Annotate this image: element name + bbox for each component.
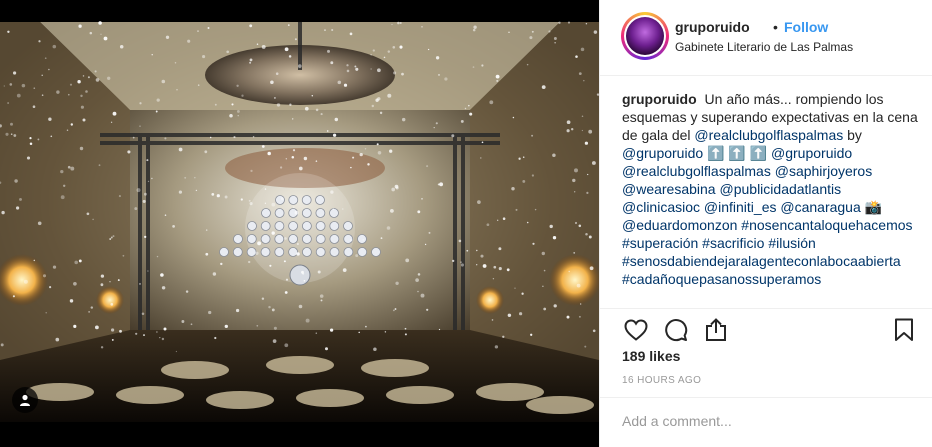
save-button[interactable] <box>890 316 918 344</box>
comment-icon <box>665 319 688 342</box>
person-icon <box>20 394 30 406</box>
post-side-panel: gruporuido • Follow Gabinete Literario d… <box>599 0 932 447</box>
caption-link[interactable]: @wearesabina <box>622 181 716 197</box>
caption-link[interactable]: #sacrificio <box>702 235 764 251</box>
comment-input[interactable] <box>622 404 912 438</box>
instagram-post: gruporuido • Follow Gabinete Literario d… <box>0 0 932 447</box>
likes-count[interactable]: 189 likes <box>622 348 680 364</box>
bookmark-icon <box>895 318 913 341</box>
avatar-image <box>626 17 664 55</box>
post-timestamp[interactable]: 16 HOURS AGO <box>622 375 701 386</box>
share-button[interactable] <box>702 316 730 344</box>
caption-link[interactable]: @eduardomonzon <box>622 217 737 233</box>
caption-link[interactable]: @realclubgolflaspalmas <box>694 127 843 143</box>
caption-link[interactable]: #superación <box>622 235 698 251</box>
post-header: gruporuido • Follow Gabinete Literario d… <box>600 0 932 76</box>
caption-link[interactable]: @saphirjoyeros <box>775 163 872 179</box>
location-link[interactable]: Gabinete Literario de Las Palmas <box>675 40 853 54</box>
avatar-ring <box>624 15 666 57</box>
caption-link[interactable]: @gruporuido <box>771 145 852 161</box>
share-icon <box>706 318 726 341</box>
caption-text: 📸 <box>860 199 883 215</box>
action-bar <box>622 316 918 344</box>
username-link[interactable]: gruporuido <box>675 19 750 35</box>
tagged-users-button[interactable] <box>12 387 38 413</box>
divider <box>600 397 932 398</box>
caption-text: by <box>843 127 862 143</box>
caption-link[interactable]: @realclubgolflaspalmas <box>622 163 771 179</box>
caption-link[interactable]: #ilusión <box>768 235 815 251</box>
follow-button[interactable]: Follow <box>784 19 828 35</box>
post-photo[interactable] <box>0 0 599 447</box>
caption-link[interactable]: @publicidadatlantis <box>720 181 842 197</box>
caption-link[interactable]: #cadañoquepasanossuperamos <box>622 271 821 287</box>
caption-link[interactable]: @canaragua <box>780 199 860 215</box>
caption-text: ⬆️ ⬆️ ⬆️ <box>703 145 772 161</box>
like-button[interactable] <box>622 316 650 344</box>
avatar[interactable] <box>621 12 669 60</box>
ballroom-photo <box>0 0 599 447</box>
caption-username[interactable]: gruporuido <box>622 91 697 107</box>
caption-link[interactable]: @gruporuido <box>622 145 703 161</box>
caption-link[interactable]: #senosdabiendejaralagenteconlabocaabiert… <box>622 253 901 269</box>
caption-link[interactable]: @clinicasioc <box>622 199 700 215</box>
heart-icon <box>624 319 648 341</box>
caption-link[interactable]: #nosencantaloquehacemos <box>741 217 912 233</box>
divider <box>600 308 932 309</box>
post-caption: gruporuido Un año más... rompiendo los e… <box>622 90 918 288</box>
comment-button[interactable] <box>662 316 690 344</box>
header-separator: • <box>773 19 778 35</box>
caption-link[interactable]: @infiniti_es <box>704 199 777 215</box>
